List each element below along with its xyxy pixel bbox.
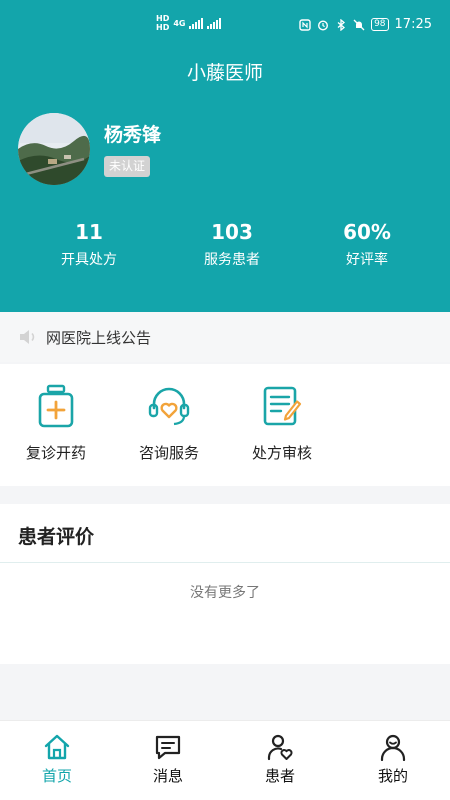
medicine-bottle-icon bbox=[38, 384, 74, 428]
service-refill-prescription[interactable]: 复诊开药 bbox=[8, 384, 104, 463]
clock: 17:25 bbox=[394, 17, 432, 32]
service-label: 处方审核 bbox=[251, 444, 312, 462]
signal-icon-2 bbox=[207, 17, 222, 29]
avatar[interactable] bbox=[18, 113, 90, 185]
network-indicators: HD HD 4G bbox=[156, 14, 222, 32]
tab-patients[interactable]: 患者 bbox=[240, 733, 320, 786]
tab-label: 消息 bbox=[152, 767, 183, 785]
bottom-tab-bar: 首页 消息 患者 我的 bbox=[0, 720, 450, 800]
tab-label: 患者 bbox=[264, 767, 295, 785]
speaker-icon bbox=[20, 330, 35, 344]
prescription-review-icon bbox=[263, 386, 302, 426]
section-title: 患者评价 bbox=[18, 526, 95, 548]
stat-value: 11 bbox=[75, 220, 103, 244]
hd-indicator: HD HD bbox=[156, 14, 170, 32]
bluetooth-icon bbox=[337, 18, 346, 31]
tab-label: 我的 bbox=[377, 767, 408, 785]
message-icon bbox=[155, 735, 181, 760]
battery-indicator: 98 bbox=[371, 18, 389, 31]
alarm-icon bbox=[318, 19, 329, 31]
patient-reviews-section: 患者评价 没有更多了 bbox=[0, 504, 450, 664]
tab-messages[interactable]: 消息 bbox=[128, 733, 208, 786]
nfc-icon bbox=[299, 18, 311, 31]
stat-label: 好评率 bbox=[346, 252, 388, 268]
stat-prescriptions[interactable]: 11 开具处方 bbox=[14, 219, 164, 269]
profile-icon bbox=[380, 734, 406, 761]
system-indicators: 98 17:25 bbox=[299, 17, 432, 32]
stat-value: 60% bbox=[343, 220, 391, 244]
service-label: 咨询服务 bbox=[138, 444, 199, 462]
divider bbox=[0, 562, 450, 563]
patient-icon bbox=[267, 734, 293, 761]
stat-patients[interactable]: 103 服务患者 bbox=[157, 219, 307, 269]
tab-profile[interactable]: 我的 bbox=[353, 733, 433, 786]
empty-state-text: 没有更多了 bbox=[190, 585, 260, 601]
doctor-name: 杨秀锋 bbox=[104, 124, 162, 146]
stat-label: 开具处方 bbox=[61, 252, 117, 268]
announcement-bar[interactable]: 网医院上线公告 bbox=[0, 312, 450, 362]
service-prescription-review[interactable]: 处方审核 bbox=[234, 384, 330, 463]
home-icon bbox=[44, 734, 70, 760]
app-title: 小藤医师 bbox=[186, 62, 263, 84]
signal-icon bbox=[189, 17, 204, 29]
service-label: 复诊开药 bbox=[25, 444, 86, 462]
service-grid: 复诊开药 咨询服务 处方审核 bbox=[0, 364, 450, 486]
profile-header: HD HD 4G 98 17:25 小藤医师 杨秀锋 未认证 11 开具处方 1… bbox=[0, 0, 450, 312]
mute-icon bbox=[353, 19, 365, 30]
tab-label: 首页 bbox=[41, 767, 72, 785]
stat-label: 服务患者 bbox=[204, 252, 260, 268]
stat-value: 103 bbox=[211, 220, 253, 244]
status-bar: HD HD 4G 98 17:25 bbox=[0, 0, 450, 52]
announcement-text: 网医院上线公告 bbox=[46, 329, 152, 347]
network-type: 4G bbox=[173, 18, 186, 28]
tab-home[interactable]: 首页 bbox=[17, 733, 97, 786]
verification-badge: 未认证 bbox=[104, 156, 151, 177]
headset-heart-icon bbox=[148, 387, 190, 426]
stat-rating[interactable]: 60% 好评率 bbox=[292, 219, 442, 269]
service-consultation[interactable]: 咨询服务 bbox=[121, 384, 217, 463]
